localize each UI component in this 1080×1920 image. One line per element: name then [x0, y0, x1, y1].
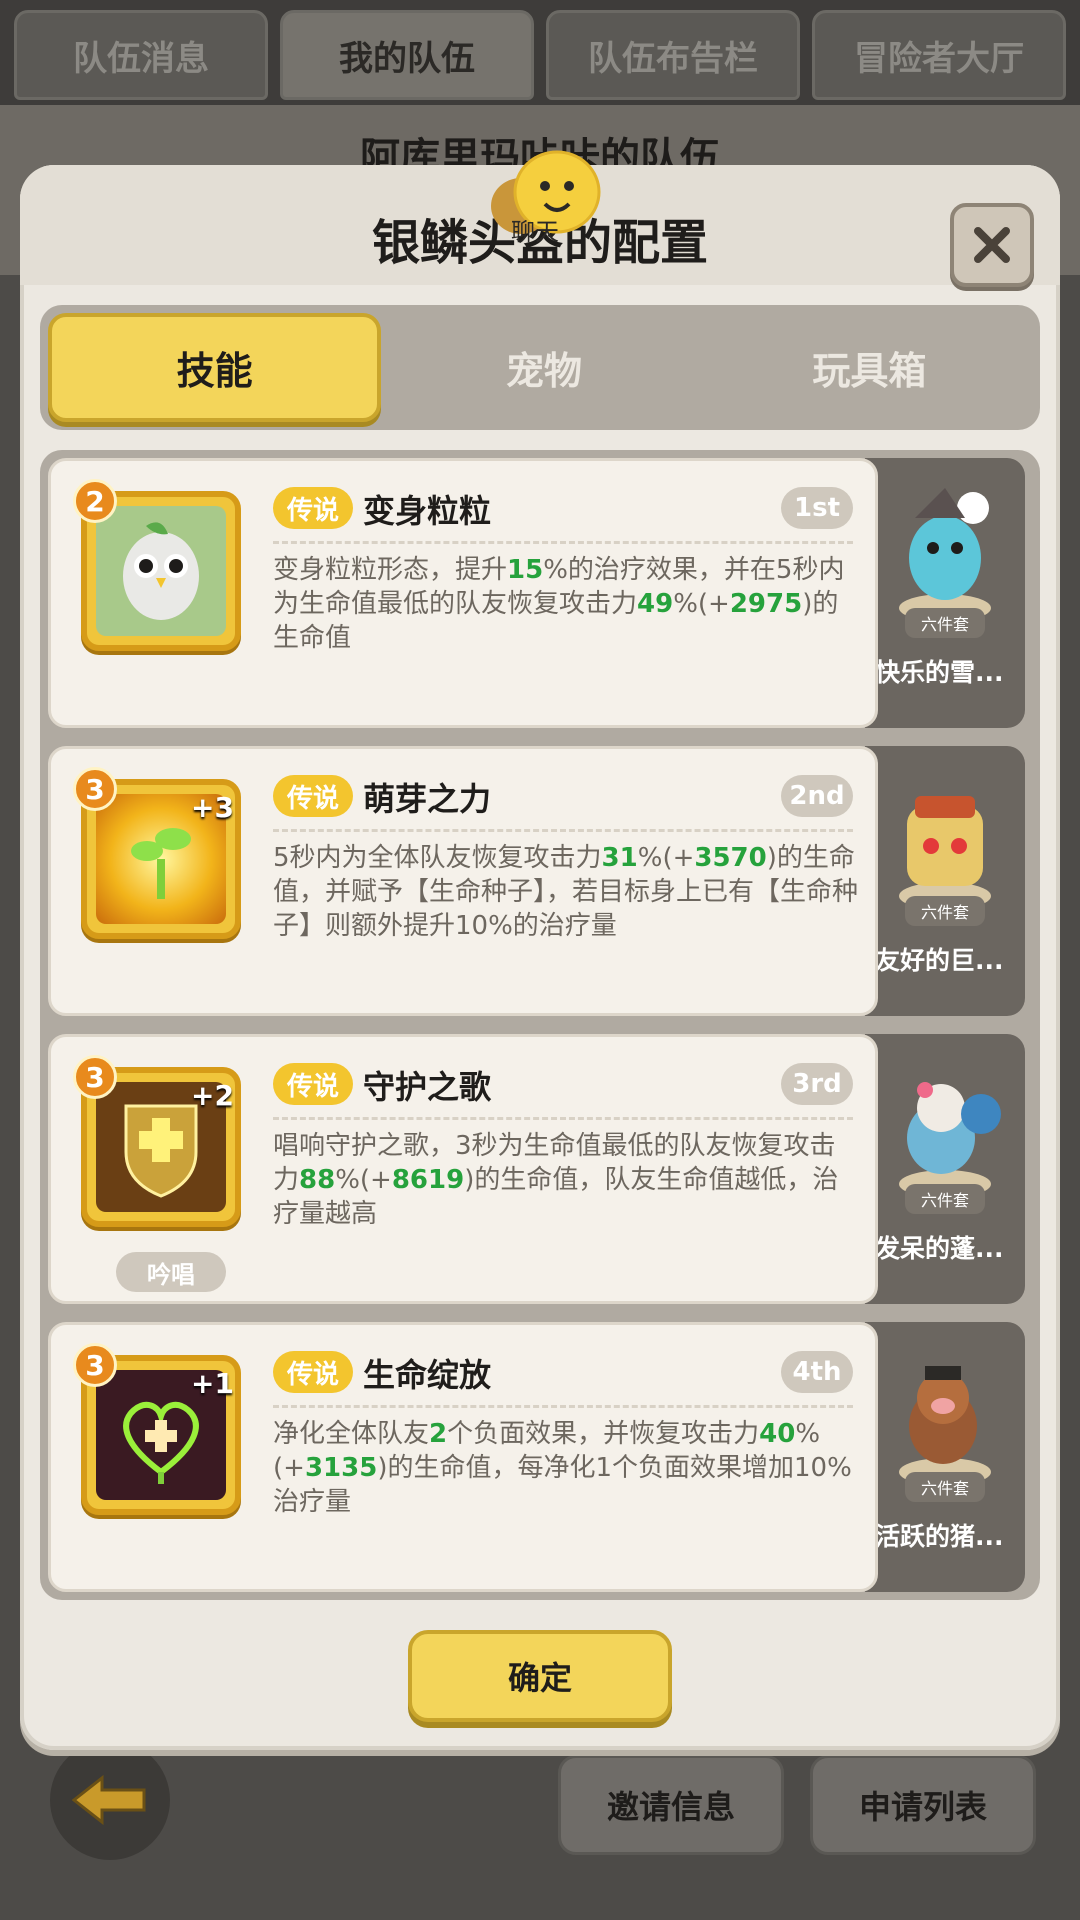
skill-level-badge: 3: [73, 1343, 117, 1387]
skill-level-badge: 2: [73, 479, 117, 523]
top-tab-bar: 队伍消息 我的队伍 队伍布告栏 冒险者大厅: [0, 0, 1080, 105]
skill-level-badge: 3: [73, 1055, 117, 1099]
set-tag: 六件套: [905, 1472, 985, 1502]
tab-my-team[interactable]: 我的队伍: [280, 10, 534, 100]
divider: [273, 1405, 853, 1408]
skill-description: 唱响守护之歌，3秒为生命值最低的队友恢复攻击力88%(+8619)的生命值，队友…: [273, 1131, 839, 1229]
skill-description: 变身粒粒形态，提升15%的治疗效果，并在5秒内为生命值最低的队友恢复攻击力49%…: [273, 555, 845, 653]
set-tag: 六件套: [905, 1184, 985, 1214]
chant-tag: 吟唱: [116, 1252, 226, 1292]
skill-name: 生命绽放: [363, 1356, 492, 1394]
set-tag: 六件套: [905, 608, 985, 638]
pet-name: 友好的巨...: [875, 946, 1004, 975]
config-tab-bar: 技能 宠物 玩具箱: [40, 305, 1040, 430]
pet-figure-icon: [899, 1082, 1001, 1198]
rarity-badge: 传说: [273, 775, 354, 817]
tab-toybox[interactable]: 玩具箱: [707, 313, 1032, 422]
close-icon: [974, 227, 1010, 263]
divider: [273, 541, 853, 544]
skill-level-badge: 3: [73, 767, 117, 811]
skill-rank-badge: 1st: [781, 487, 853, 529]
divider: [273, 829, 853, 832]
skill-rank-badge: 2nd: [781, 775, 853, 817]
pet-name: 发呆的蓬...: [875, 1234, 1004, 1263]
set-tag: 六件套: [905, 896, 985, 926]
back-arrow-icon: [72, 1775, 146, 1825]
skill-description: 5秒内为全体队友恢复攻击力31%(+3570)的生命值，并赋予【生命种子】，若目…: [273, 843, 859, 941]
skill-card[interactable]: +2 3 吟唱 传说 守护之歌 3rd 唱响守护之歌，3秒为生命值最低的队友恢复…: [48, 1034, 878, 1304]
back-button[interactable]: [50, 1740, 170, 1860]
pet-slot[interactable]: 六件套 活跃的猪...: [865, 1322, 1025, 1592]
pet-slot[interactable]: 六件套 快乐的雪...: [865, 458, 1025, 728]
owl-icon: [96, 506, 226, 636]
tab-skills[interactable]: 技能: [48, 313, 382, 422]
tab-team-board[interactable]: 队伍布告栏: [546, 10, 800, 100]
skill-card[interactable]: 2 传说 变身粒粒 1st 变身粒粒形态，提升15%的治疗效果，并在5秒内为生命…: [48, 458, 878, 728]
pet-name: 快乐的雪...: [875, 658, 1004, 687]
pet-figure-icon: [899, 796, 991, 910]
chat-label: 聊天: [511, 218, 559, 246]
pet-figure-icon: [899, 488, 991, 622]
pet-name: 活跃的猪...: [875, 1522, 1004, 1551]
skill-card[interactable]: +3 3 传说 萌芽之力 2nd 5秒内为全体队友恢复攻击力31%(+3570)…: [48, 746, 878, 1016]
tab-adventurer-hall[interactable]: 冒险者大厅: [812, 10, 1066, 100]
pet-figure-icon: [899, 1366, 991, 1486]
divider: [273, 1117, 853, 1120]
skill-description: 净化全体队友2个负面效果，并恢复攻击力40%(+3135)的生命值，每净化1个负…: [273, 1419, 852, 1517]
close-button[interactable]: [950, 203, 1034, 287]
skill-rank-badge: 4th: [781, 1351, 853, 1393]
skill-plus-badge: +1: [191, 1367, 234, 1400]
tab-team-messages[interactable]: 队伍消息: [14, 10, 268, 100]
skill-name: 萌芽之力: [363, 780, 492, 818]
skill-plus-badge: +2: [191, 1079, 234, 1112]
tab-pets[interactable]: 宠物: [381, 313, 706, 422]
rarity-badge: 传说: [273, 1351, 354, 1393]
skill-plus-badge: +3: [191, 791, 234, 824]
rarity-badge: 传说: [273, 1063, 354, 1105]
confirm-button[interactable]: 确定: [408, 1630, 672, 1722]
invite-info-button[interactable]: 邀请信息: [558, 1755, 784, 1855]
skill-name: 守护之歌: [363, 1068, 492, 1106]
pet-slot[interactable]: 六件套 发呆的蓬...: [865, 1034, 1025, 1304]
pet-slot[interactable]: 六件套 友好的巨...: [865, 746, 1025, 1016]
skill-rank-badge: 3rd: [781, 1063, 853, 1105]
skill-name: 变身粒粒: [363, 492, 492, 530]
rarity-badge: 传说: [273, 487, 354, 529]
apply-list-button[interactable]: 申请列表: [810, 1755, 1036, 1855]
skill-card[interactable]: +1 3 传说 生命绽放 4th 净化全体队友2个负面效果，并恢复攻击力40%(…: [48, 1322, 878, 1592]
